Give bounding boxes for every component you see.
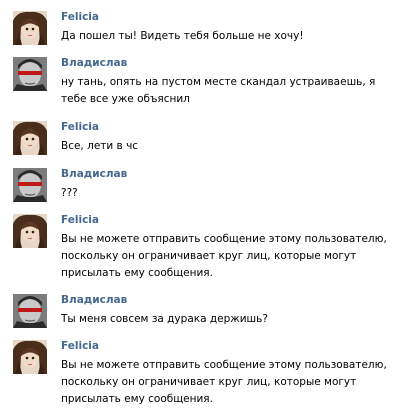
vladislav-avatar[interactable]: [13, 294, 47, 328]
message-text: Вы не можете отправить сообщение этому п…: [61, 359, 387, 405]
felicia-avatar[interactable]: [13, 11, 47, 45]
message-author[interactable]: Felicia: [61, 340, 99, 353]
message-text: ну тань, опять на пустом месте скандал у…: [61, 76, 376, 105]
message-author[interactable]: Владислав: [61, 294, 127, 307]
message-author[interactable]: Владислав: [61, 57, 127, 70]
message-text: Ты меня совсем за дурака держишь?: [61, 313, 268, 325]
message-text: ???: [61, 187, 78, 199]
felicia-avatar[interactable]: [13, 121, 47, 155]
felicia-avatar[interactable]: [13, 340, 47, 374]
message-author[interactable]: Владислав: [61, 168, 127, 181]
message-text: Да пошел ты! Видеть тебя больше не хочу!: [61, 30, 304, 42]
message-history: Felicia Да пошел ты! Видеть тебя больше …: [0, 0, 416, 414]
message-text: Вы не можете отправить сообщение этому п…: [61, 233, 387, 279]
message-author[interactable]: Felicia: [61, 11, 99, 24]
message-text: Все, лети в чс: [61, 140, 139, 152]
felicia-avatar[interactable]: [13, 214, 47, 248]
vladislav-avatar[interactable]: [13, 168, 47, 202]
message-author[interactable]: Felicia: [61, 214, 99, 227]
message-author[interactable]: Felicia: [61, 121, 99, 134]
vladislav-avatar[interactable]: [13, 57, 47, 91]
